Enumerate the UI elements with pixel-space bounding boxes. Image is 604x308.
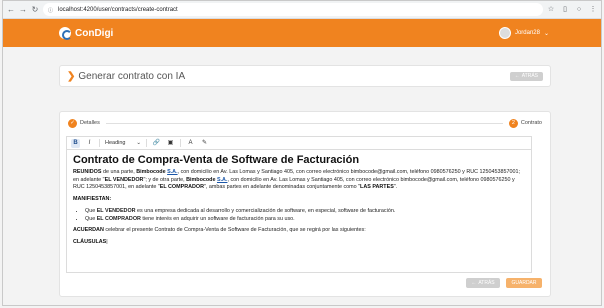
- main-content: ❯ Generar contrato con IA ← ATRÁS ✓ Deta…: [59, 65, 551, 297]
- browser-toolbar: ← → ↻ ⓘ localhost:4200/user/contracts/cr…: [3, 1, 601, 19]
- logo-icon: [59, 27, 72, 40]
- heading-select-label: Heading: [105, 140, 126, 146]
- step-number: 2: [508, 118, 518, 128]
- brand-logo[interactable]: ConDigi: [59, 27, 114, 40]
- site-info-icon[interactable]: ⓘ: [48, 7, 54, 14]
- arrow-left-icon: ←: [514, 73, 520, 79]
- forward-arrow-icon[interactable]: →: [19, 5, 27, 15]
- document-title: Contrato de Compra-Venta de Software de …: [73, 154, 360, 166]
- toolbar-divider: [146, 139, 147, 147]
- brand-name: ConDigi: [75, 27, 114, 39]
- rich-text-editor[interactable]: B I Heading ⌄ 🔗 ▣ A ✎ Contrato de Compra…: [66, 136, 532, 273]
- back-arrow-icon[interactable]: ←: [7, 5, 15, 15]
- back-button-top-label: ATRÁS: [521, 73, 538, 79]
- page-header-card: ❯ Generar contrato con IA ← ATRÁS: [59, 65, 551, 87]
- url-text: localhost:4200/user/contracts/create-con…: [58, 6, 178, 13]
- link-icon[interactable]: 🔗: [152, 139, 161, 148]
- stepper: ✓ Detalles 2 Contrato: [60, 112, 550, 134]
- heading-clausulas: CLÁUSULAS|: [73, 238, 108, 245]
- chevron-down-icon: ⌄: [136, 140, 141, 146]
- italic-icon[interactable]: I: [85, 139, 94, 148]
- user-name: Jordan28: [514, 30, 540, 36]
- browser-window: ← → ↻ ⓘ localhost:4200/user/contracts/cr…: [2, 0, 602, 306]
- address-bar[interactable]: ⓘ localhost:4200/user/contracts/create-c…: [43, 3, 543, 16]
- editor-toolbar: B I Heading ⌄ 🔗 ▣ A ✎: [67, 137, 531, 150]
- toolbar-divider: [99, 139, 100, 147]
- extensions-icon[interactable]: ▯: [561, 6, 569, 14]
- list-item: Que EL COMPRADOR tiene interés en adquir…: [85, 215, 525, 223]
- highlight-icon[interactable]: ✎: [200, 139, 209, 148]
- save-button-label: GUARDAR: [511, 280, 537, 286]
- font-color-icon[interactable]: A: [186, 139, 195, 148]
- menu-dots-icon[interactable]: ⋮: [589, 6, 597, 14]
- heading-select[interactable]: Heading ⌄: [105, 140, 141, 146]
- app-header: ConDigi Jordan28 ⌄: [3, 19, 601, 47]
- back-button-label: ATRÁS: [478, 280, 495, 286]
- profile-icon[interactable]: ○: [575, 6, 583, 14]
- paragraph-reunidos: REUNIDOS de una parte, Bimbocode S.A., c…: [73, 169, 520, 190]
- contract-form-card: ✓ Detalles 2 Contrato B I Heading ⌄ 🔗 ▣ …: [59, 111, 551, 297]
- toolbar-divider: [180, 139, 181, 147]
- step-connector: [105, 122, 503, 124]
- check-icon: ✓: [68, 118, 77, 128]
- step-details-label: Detalles: [80, 120, 100, 126]
- paragraph-acuerdan: ACUERDAN celebrar el presente Contrato d…: [73, 227, 366, 233]
- bold-icon[interactable]: B: [71, 138, 80, 148]
- save-button[interactable]: GUARDAR: [506, 278, 542, 288]
- step-details[interactable]: ✓ Detalles: [68, 118, 100, 128]
- editor-content[interactable]: Contrato de Compra-Venta de Software de …: [67, 150, 531, 272]
- chevron-down-icon: ⌄: [543, 30, 549, 37]
- star-icon[interactable]: ☆: [547, 6, 555, 14]
- list-item: Que EL VENDEDOR es una empresa dedicada …: [85, 207, 525, 215]
- avatar: [498, 27, 511, 39]
- heading-manifiestan: MANIFIESTAN:: [73, 195, 112, 202]
- back-button-top[interactable]: ← ATRÁS: [509, 71, 543, 81]
- user-menu[interactable]: Jordan28 ⌄: [498, 27, 549, 39]
- step-contract[interactable]: 2 Contrato: [508, 118, 542, 128]
- back-button[interactable]: ← ATRÁS: [466, 278, 500, 288]
- page-title: Generar contrato con IA: [78, 70, 186, 82]
- step-contract-label: Contrato: [520, 120, 542, 126]
- form-actions: ← ATRÁS GUARDAR: [466, 278, 542, 288]
- chevron-right-icon: ❯: [67, 70, 76, 82]
- reload-icon[interactable]: ↻: [31, 5, 39, 15]
- manifiestan-list: Que EL VENDEDOR es una empresa dedicada …: [85, 207, 525, 223]
- image-icon[interactable]: ▣: [166, 139, 175, 148]
- arrow-left-icon: ←: [471, 280, 477, 286]
